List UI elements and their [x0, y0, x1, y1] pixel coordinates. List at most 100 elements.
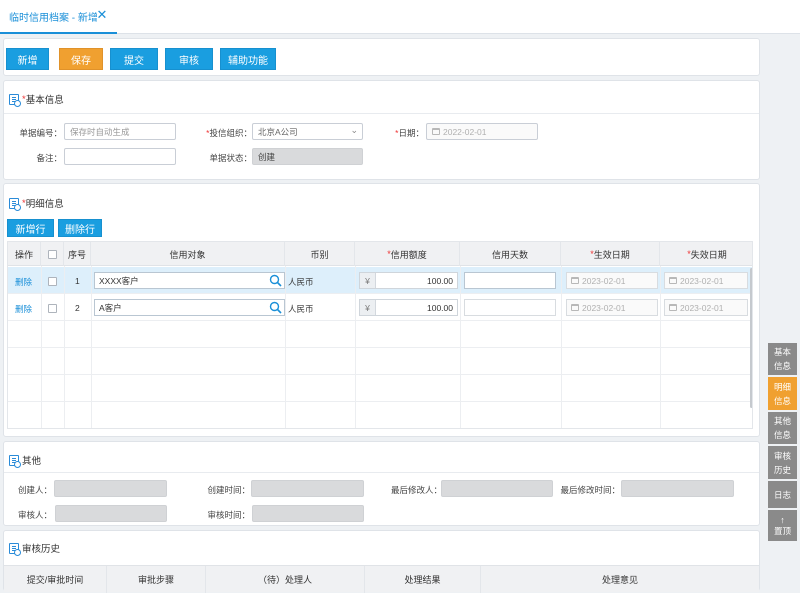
date-label: *日期： — [395, 128, 424, 138]
org-select[interactable]: 北京A公司 ⌄ — [252, 123, 363, 140]
basic-info-title: * 基本信息 — [9, 91, 64, 107]
currency-symbol: ¥ — [360, 300, 376, 315]
col-end: * 失效日期 — [687, 249, 727, 260]
status-label: 单据状态： — [209, 153, 252, 163]
date-input[interactable]: 2022-02-01 — [426, 123, 538, 140]
form-icon — [9, 93, 21, 107]
side-nav-top[interactable]: ↑ 置顶 — [768, 510, 797, 541]
add-row-button[interactable]: 新增行 — [7, 219, 54, 237]
target-input[interactable]: XXXX客户 — [94, 272, 285, 289]
auditor-field — [55, 505, 167, 522]
row-checkbox[interactable] — [48, 304, 57, 313]
row-seq: 1 — [75, 276, 80, 286]
audit-history-title: 审核历史 — [9, 540, 60, 556]
add-button[interactable]: 新增 — [6, 48, 49, 70]
col-seq: 序号 — [64, 242, 91, 266]
form-icon — [9, 197, 21, 211]
history-grid-header: 提交/审批时间 审批步骤 （待）处理人 处理结果 处理意见 — [4, 565, 759, 593]
audit-button[interactable]: 审核 — [165, 48, 213, 70]
toolbar-panel: 新增 保存 提交 审核 辅助功能 — [3, 38, 760, 76]
end-date-input[interactable]: 2023-02-01 — [664, 299, 748, 316]
save-button[interactable]: 保存 — [59, 48, 103, 70]
row-seq: 2 — [75, 303, 80, 313]
detail-grid: 操作 序号 信用对象 币别 * 信用额度 信用天数 * 生效日期 * 失效日期 删除 … — [7, 241, 753, 429]
calendar-icon — [571, 304, 579, 311]
end-date-input[interactable]: 2023-02-01 — [664, 272, 748, 289]
remark-input[interactable] — [64, 148, 176, 165]
side-nav-history[interactable]: 审核历史 — [768, 446, 797, 479]
col-currency: 币别 — [285, 242, 355, 266]
col-start: * 生效日期 — [561, 242, 660, 266]
audit-history-panel: 审核历史 提交/审批时间 审批步骤 （待）处理人 处理结果 处理意见 — [3, 530, 760, 593]
modifier-field — [441, 480, 553, 497]
other-panel: 其他 创建人： 创建时间： 最后修改人： 最后修改时间： 审核人： 审核时间： — [3, 441, 760, 526]
modifier-label: 最后修改人： — [390, 485, 442, 495]
col-target: 信用对象 — [91, 242, 285, 266]
creator-label: 创建人： — [17, 485, 52, 495]
calendar-icon — [669, 304, 677, 311]
side-nav-basic[interactable]: 基本信息 — [768, 343, 797, 375]
start-date-input[interactable]: 2023-02-01 — [566, 272, 658, 289]
auditor-label: 审核人： — [17, 510, 52, 520]
col-opinion: 处理意见 — [601, 575, 638, 585]
org-label: *投信组织： — [206, 128, 252, 138]
other-title: 其他 — [9, 452, 41, 468]
side-nav-log[interactable]: 日志 — [768, 481, 797, 508]
tab-credit-archive-new[interactable]: 临时信用档案 - 新增 ✕ — [0, 0, 117, 34]
side-nav-detail[interactable]: 明细信息 — [768, 377, 797, 410]
row-checkbox[interactable] — [48, 277, 57, 286]
start-date-input[interactable]: 2023-02-01 — [566, 299, 658, 316]
doc-no-input[interactable]: 保存时自动生成 — [64, 123, 176, 140]
col-check — [41, 242, 64, 266]
calendar-icon — [432, 128, 440, 135]
col-handler: （待）处理人 — [206, 566, 365, 593]
modified-time-field — [621, 480, 734, 497]
calendar-icon — [669, 277, 677, 284]
search-icon[interactable] — [269, 274, 282, 287]
col-days: 信用天数 — [460, 242, 561, 266]
days-input[interactable] — [464, 299, 556, 316]
amount-input[interactable]: ¥ 100.00 — [359, 299, 458, 316]
form-icon — [9, 542, 21, 556]
aux-function-button[interactable]: 辅助功能 — [220, 48, 276, 70]
delete-link[interactable]: 删除 — [15, 276, 32, 288]
select-all-checkbox[interactable] — [47, 249, 57, 259]
doc-no-label: 单据编号： — [19, 128, 62, 138]
status-field: 创建 — [252, 148, 363, 165]
submit-button[interactable]: 提交 — [110, 48, 158, 70]
amount-input[interactable]: ¥ 100.00 — [359, 272, 458, 289]
delete-row-button[interactable]: 删除行 — [58, 219, 102, 237]
search-icon[interactable] — [269, 301, 282, 314]
currency-text: 人民币 — [288, 277, 314, 287]
chevron-down-icon: ⌄ — [350, 125, 358, 135]
detail-info-title: * 明细信息 — [9, 195, 64, 211]
side-nav-other[interactable]: 其他信息 — [768, 412, 797, 444]
col-op: 操作 — [8, 242, 41, 266]
created-time-field — [251, 480, 364, 497]
audit-time-label: 审核时间： — [207, 510, 250, 520]
col-amount: * 信用额度 — [355, 242, 460, 266]
arrow-up-icon: ↑ — [780, 514, 785, 525]
currency-symbol: ¥ — [360, 273, 376, 288]
grid-header: 操作 序号 信用对象 币别 * 信用额度 信用天数 * 生效日期 * 失效日期 — [8, 242, 752, 266]
col-result: 处理结果 — [365, 566, 481, 593]
created-time-label: 创建时间： — [207, 485, 250, 495]
close-icon[interactable]: ✕ — [96, 8, 108, 21]
col-time: 提交/审批时间 — [4, 566, 107, 593]
form-icon — [9, 454, 21, 468]
vertical-scrollbar[interactable] — [750, 268, 752, 408]
audit-time-field — [252, 505, 364, 522]
tab-bar: 临时信用档案 - 新增 ✕ — [0, 0, 800, 34]
target-input[interactable]: A客户 — [94, 299, 285, 316]
modified-time-label: 最后修改时间： — [560, 485, 620, 495]
col-step: 审批步骤 — [107, 566, 206, 593]
delete-link[interactable]: 删除 — [15, 303, 32, 315]
detail-info-panel: * 明细信息 新增行 删除行 操作 序号 信用对象 币别 * 信用额度 信用天数 *… — [3, 183, 760, 437]
currency-text: 人民币 — [288, 304, 314, 314]
remark-label: 备注： — [36, 153, 62, 163]
days-input[interactable] — [464, 272, 556, 289]
creator-field — [54, 480, 167, 497]
calendar-icon — [571, 277, 579, 284]
tab-label: 临时信用档案 - 新增 — [9, 12, 98, 24]
basic-info-panel: * 基本信息 单据编号： 保存时自动生成 *投信组织： 北京A公司 ⌄ *日期： … — [3, 80, 760, 180]
